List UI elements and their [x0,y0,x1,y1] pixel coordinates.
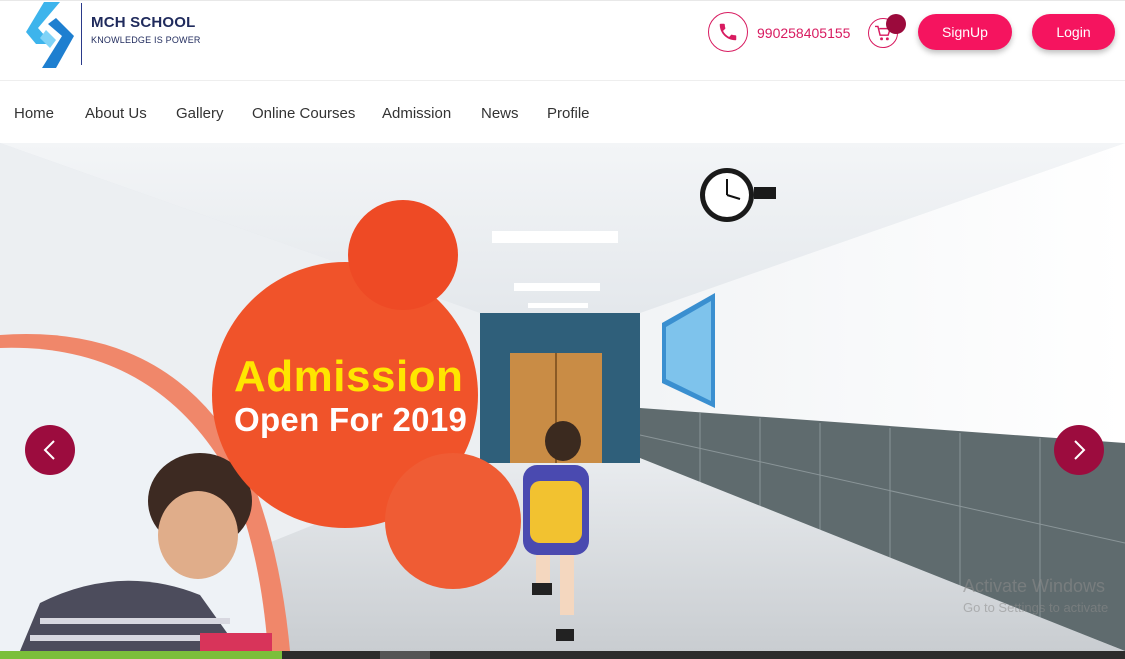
phone-icon [719,23,737,41]
slider-prev-button[interactable] [25,425,75,475]
activate-windows-subtitle: Go to Settings to activate [963,600,1109,615]
nav-admission[interactable]: Admission [382,105,451,122]
slider-progress-bar [0,651,1125,659]
top-header: MCH SCHOOL KNOWLEDGE IS POWER 9902584051… [0,0,1125,81]
hero-subheadline: Open For 2019 [234,401,468,438]
chevron-right-icon [1074,440,1086,460]
phone-number[interactable]: 990258405155 [757,25,850,41]
slider-next-button[interactable] [1054,425,1104,475]
nav-home[interactable]: Home [14,105,54,122]
cart-count-badge [886,14,906,34]
chevron-left-icon [43,440,55,460]
main-nav: Home About Us Gallery Online Courses Adm… [0,82,1125,143]
nav-online-courses[interactable]: Online Courses [252,105,355,122]
hero-headline: Admission [234,352,464,401]
login-button[interactable]: Login [1032,14,1115,50]
nav-news[interactable]: News [481,105,519,122]
slider-thumb [380,651,430,659]
brand-name[interactable]: MCH SCHOOL [91,14,196,31]
slider-progress-fill [0,651,282,659]
activate-windows-title: Activate Windows [963,576,1106,596]
phone-button[interactable] [708,12,748,52]
signup-button[interactable]: SignUp [918,14,1012,50]
brand-tagline: KNOWLEDGE IS POWER [91,35,201,45]
nav-about-us[interactable]: About Us [85,105,147,122]
nav-profile[interactable]: Profile [547,105,590,122]
logo-divider [81,3,82,65]
school-logo-icon[interactable] [26,2,86,68]
nav-gallery[interactable]: Gallery [176,105,224,122]
hero-background-image [0,143,1125,651]
hero-slider: Admission Open For 2019 Activate Windows… [0,143,1125,651]
